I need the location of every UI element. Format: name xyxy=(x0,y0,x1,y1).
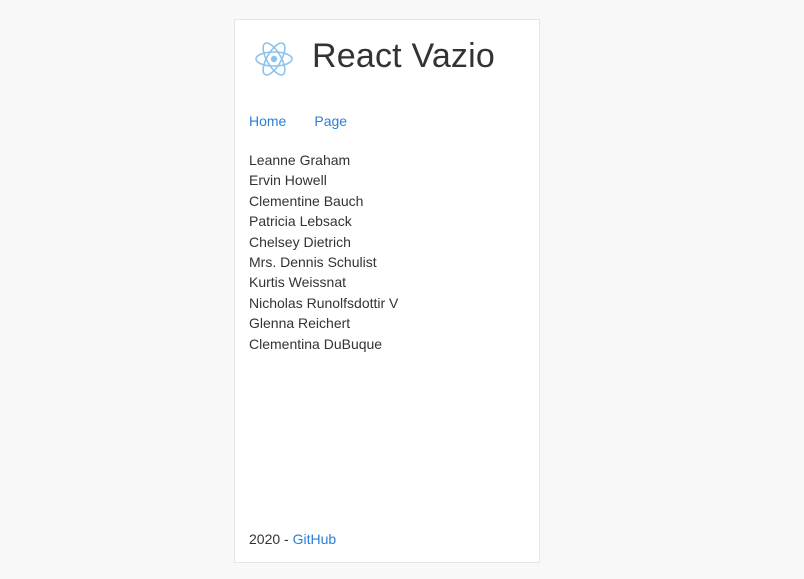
user-list: Leanne Graham Ervin Howell Clementine Ba… xyxy=(249,150,398,354)
list-item: Glenna Reichert xyxy=(249,315,351,332)
github-link[interactable]: GitHub xyxy=(293,531,337,547)
react-logo-icon xyxy=(254,39,294,79)
list-item: Clementine Bauch xyxy=(249,192,364,209)
list-item: Leanne Graham xyxy=(249,152,351,168)
react-atom-icon xyxy=(255,42,293,76)
nav-link-home[interactable]: Home xyxy=(249,111,286,131)
list-item: Mrs. Dennis Schulist xyxy=(249,253,377,270)
list-item: Clementina DuBuque xyxy=(249,335,383,352)
list-item: Chelsey Dietrich xyxy=(249,233,351,250)
list-item: Ervin Howell xyxy=(249,172,327,189)
footer-year: 2020 - xyxy=(249,531,293,547)
app-header: React Vazio xyxy=(235,20,539,95)
footer: 2020 - GitHub xyxy=(249,529,336,549)
page-title: React Vazio xyxy=(312,37,495,75)
app-card: React Vazio Home Page Leanne Graham Ervi… xyxy=(234,19,540,563)
list-item: Kurtis Weissnat xyxy=(249,274,346,291)
list-item: Patricia Lebsack xyxy=(249,213,352,230)
nav-link-page[interactable]: Page xyxy=(314,111,347,131)
main-nav: Home Page xyxy=(249,111,347,131)
list-item: Nicholas Runolfsdottir V xyxy=(249,294,399,311)
